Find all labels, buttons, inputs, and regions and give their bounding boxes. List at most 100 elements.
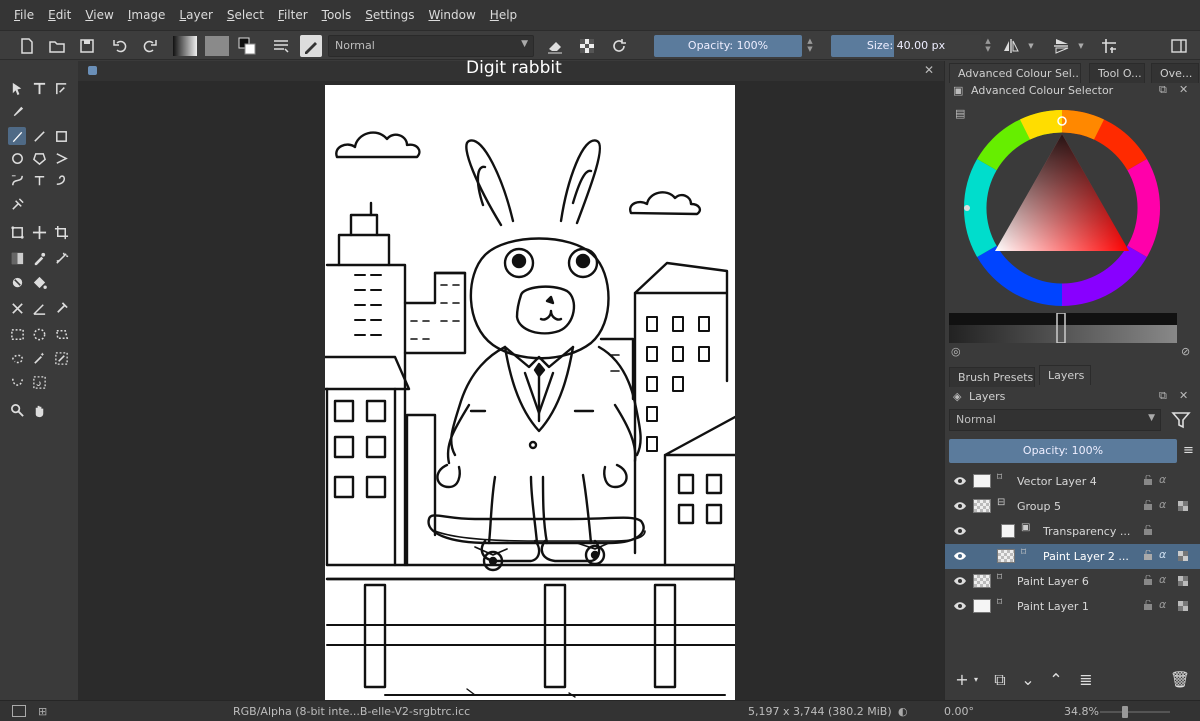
eraser-icon[interactable] <box>544 35 566 57</box>
lock-icon[interactable] <box>1143 550 1153 560</box>
tab-overview[interactable]: Ove... <box>1151 63 1199 83</box>
visibility-eye-icon[interactable] <box>953 475 967 487</box>
reset-icon[interactable]: ◎ <box>951 345 961 358</box>
menu-help[interactable]: Help <box>490 8 517 22</box>
brush-settings-icon[interactable] <box>270 35 292 57</box>
layer-blend-mode-select[interactable]: Normal ▼ <box>949 409 1161 431</box>
rectangular-selection-icon[interactable] <box>8 325 26 343</box>
save-icon[interactable] <box>76 35 98 57</box>
disable-icon[interactable]: ⊘ <box>1181 345 1190 358</box>
layer-menu-icon[interactable]: ≡ <box>1183 443 1194 458</box>
dynamic-brush-icon[interactable] <box>52 171 70 189</box>
close-icon[interactable]: ✕ <box>924 63 934 77</box>
opacity-spin-icon[interactable]: ▲ ▼ <box>806 37 814 55</box>
alpha-icon[interactable]: α <box>1159 548 1166 561</box>
float-docker-icon[interactable]: ⧉ <box>1159 83 1167 97</box>
colour-history-bar[interactable] <box>949 313 1177 343</box>
smart-patch-icon[interactable] <box>52 249 70 267</box>
gradient-tool-icon[interactable] <box>8 249 26 267</box>
tab-tool-options[interactable]: Tool O... <box>1089 63 1145 83</box>
alpha-icon[interactable]: α <box>1159 598 1166 611</box>
crop-tool-icon[interactable] <box>52 223 70 241</box>
artwork-canvas[interactable] <box>323 85 737 700</box>
layer-opacity-slider[interactable]: Opacity: 100% <box>949 439 1177 463</box>
assistant-tool-icon[interactable] <box>8 299 26 317</box>
measure-tool-icon[interactable] <box>30 299 48 317</box>
magic-wand-icon[interactable] <box>30 349 48 367</box>
fill-tool-icon[interactable] <box>30 273 48 291</box>
polygonal-selection-icon[interactable] <box>52 325 70 343</box>
calligraphy-icon[interactable] <box>8 101 26 119</box>
inherit-alpha-icon[interactable] <box>1177 500 1189 512</box>
redo-icon[interactable] <box>138 35 160 57</box>
open-folder-icon[interactable] <box>46 35 68 57</box>
opacity-slider[interactable]: Opacity: 100% <box>654 35 802 57</box>
lock-icon[interactable] <box>1143 575 1153 585</box>
close-icon[interactable]: ✕ <box>1179 389 1188 402</box>
layer-row[interactable]: ⌑ Paint Layer 1 α <box>945 594 1200 619</box>
menu-view[interactable]: View <box>85 8 113 22</box>
chevron-down-icon[interactable]: ▼ <box>1076 35 1086 57</box>
filter-icon[interactable] <box>1171 411 1191 429</box>
duplicate-layer-icon[interactable]: ⧉ <box>989 669 1011 691</box>
lock-icon[interactable] <box>1143 475 1153 485</box>
multibrush-icon[interactable] <box>8 195 26 213</box>
chevron-down-icon[interactable]: ▼ <box>1026 35 1036 57</box>
lock-icon[interactable]: ◈ <box>953 390 961 403</box>
add-layer-icon[interactable]: + <box>951 669 973 691</box>
freehand-selection-icon[interactable] <box>8 349 26 367</box>
inherit-alpha-icon[interactable] <box>1177 550 1189 562</box>
bezier-tool-icon[interactable] <box>8 171 26 189</box>
similar-color-selection-icon[interactable] <box>52 349 70 367</box>
tab-brush-presets[interactable]: Brush Presets <box>949 367 1035 387</box>
blend-mode-select[interactable]: Normal ▼ <box>328 35 534 57</box>
selection-display-icon[interactable] <box>12 705 26 717</box>
menu-layer[interactable]: Layer <box>179 8 212 22</box>
text-tool-icon[interactable] <box>30 79 48 97</box>
layer-row-selected[interactable]: ⌑ Paint Layer 2 ... α <box>945 544 1200 569</box>
layer-row[interactable]: ⊟ Group 5 α <box>945 494 1200 519</box>
menu-file[interactable]: File <box>14 8 34 22</box>
line-tool-icon[interactable] <box>30 127 48 145</box>
polygon-tool-icon[interactable] <box>30 149 48 167</box>
select-shapes-icon[interactable] <box>8 79 26 97</box>
brush-size-slider[interactable]: Size: 40.00 px <box>831 35 981 57</box>
visibility-eye-icon[interactable] <box>953 525 967 537</box>
rotate-icon[interactable]: ◐ <box>898 705 908 718</box>
zoom-tool-icon[interactable] <box>8 401 26 419</box>
size-spin-icon[interactable]: ▲ ▼ <box>984 37 992 55</box>
chevron-down-icon[interactable]: ▾ <box>971 669 981 691</box>
move-layer-up-icon[interactable]: ⌃ <box>1045 669 1067 691</box>
layer-row[interactable]: ⌑ Vector Layer 4 α <box>945 469 1200 494</box>
close-icon[interactable]: ✕ <box>1179 83 1188 96</box>
alpha-icon[interactable]: α <box>1159 473 1166 486</box>
grid-icon[interactable]: ⊞ <box>38 705 47 718</box>
undo-icon[interactable] <box>110 35 132 57</box>
freehand-brush-icon[interactable] <box>8 127 26 145</box>
canvas-area[interactable]: ✕ Digit rabbit <box>78 58 944 700</box>
menu-image[interactable]: Image <box>128 8 166 22</box>
menu-select[interactable]: Select <box>227 8 264 22</box>
menu-edit[interactable]: Edit <box>48 8 71 22</box>
ellipse-tool-icon[interactable] <box>8 149 26 167</box>
lock-icon[interactable] <box>1143 500 1153 510</box>
zoom-slider-handle[interactable] <box>1122 706 1128 718</box>
tab-layers[interactable]: Layers <box>1039 365 1091 385</box>
lock-icon[interactable] <box>1143 525 1153 535</box>
visibility-eye-icon[interactable] <box>953 550 967 562</box>
colour-wheel[interactable] <box>957 103 1167 313</box>
visibility-eye-icon[interactable] <box>953 500 967 512</box>
move-layer-down-icon[interactable]: ⌄ <box>1017 669 1039 691</box>
layer-row[interactable]: ⌑ Paint Layer 6 α <box>945 569 1200 594</box>
layer-properties-icon[interactable]: ≣ <box>1075 669 1097 691</box>
menu-settings[interactable]: Settings <box>365 8 414 22</box>
lock-icon[interactable]: ▣ <box>953 84 963 97</box>
brush-preset-icon[interactable] <box>300 35 322 57</box>
new-document-icon[interactable] <box>16 35 38 57</box>
edit-shapes-icon[interactable] <box>52 79 70 97</box>
magnetic-selection-icon[interactable] <box>30 373 48 391</box>
move-tool-icon[interactable] <box>30 223 48 241</box>
transform-tool-icon[interactable] <box>8 223 26 241</box>
mirror-horizontal-icon[interactable] <box>1000 35 1022 57</box>
elliptical-selection-icon[interactable] <box>30 325 48 343</box>
